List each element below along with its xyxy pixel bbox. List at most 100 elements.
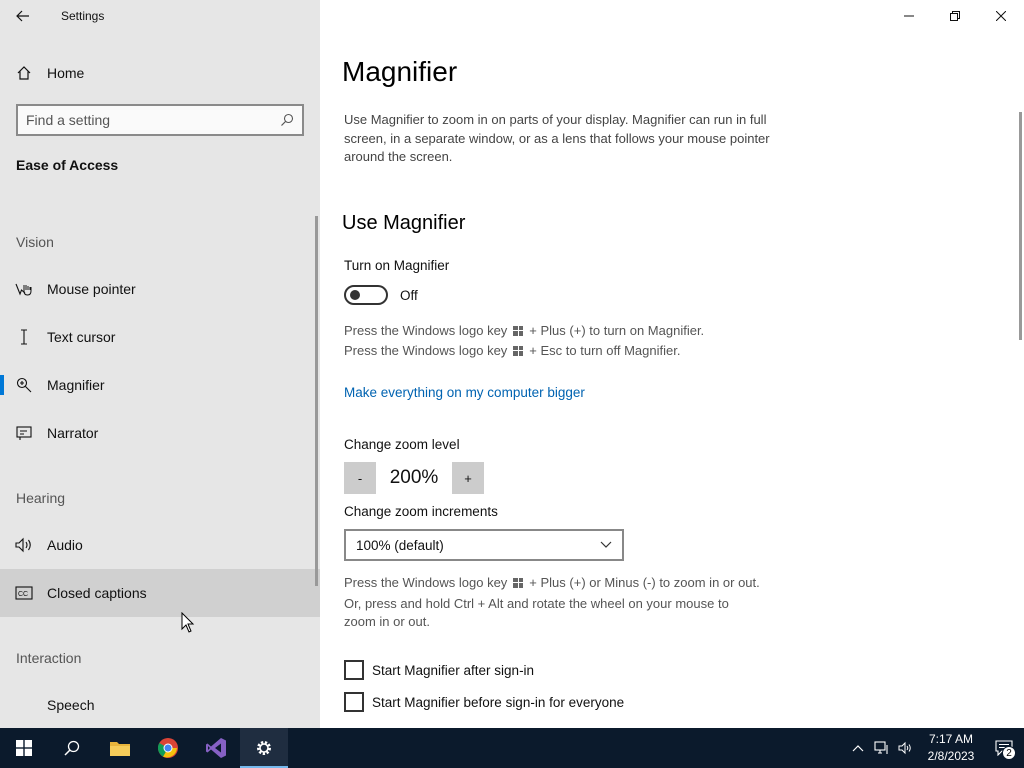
checkbox-label: Start Magnifier before sign-in for every… (372, 694, 625, 710)
main-scrollbar[interactable] (1019, 112, 1022, 340)
search-input[interactable] (26, 112, 280, 128)
taskbar-search-button[interactable] (48, 728, 96, 768)
magnifier-toggle[interactable] (344, 285, 388, 305)
group-header-vision: Vision (16, 234, 54, 250)
mouse-cursor-icon (181, 612, 195, 633)
minimize-button[interactable] (886, 0, 932, 32)
clock[interactable]: 7:17 AM 2/8/2023 (918, 731, 984, 765)
chrome-button[interactable] (144, 728, 192, 768)
file-explorer-icon (110, 742, 130, 756)
sidebar-item-label: Magnifier (47, 377, 105, 393)
titlebar-left: Settings (0, 0, 320, 32)
hint-zoom-wheel-cont: zoom in or out. (344, 614, 430, 629)
zoom-out-button[interactable]: - (344, 462, 376, 494)
search-icon (281, 113, 294, 126)
sidebar: Settings Home Ease of Access Vision Mous… (0, 0, 320, 728)
sidebar-item-home[interactable]: Home (0, 56, 320, 90)
svg-text:CC: CC (18, 591, 28, 598)
hint-turn-on: Press the Windows logo key + Plus (+) to… (344, 323, 704, 338)
hint-text: + Plus (+) or Minus (-) to zoom in or ou… (529, 575, 760, 590)
magnifier-icon (0, 375, 47, 395)
volume-button[interactable] (894, 728, 918, 768)
start-after-signin-checkbox[interactable] (344, 660, 364, 680)
zoom-level-value: 200% (389, 467, 439, 488)
hint-zoom-wheel: Or, press and hold Ctrl + Alt and rotate… (344, 596, 729, 611)
app-title: Settings (61, 9, 105, 23)
volume-icon (898, 741, 911, 755)
windows-logo-icon (513, 345, 524, 356)
settings-icon (257, 741, 271, 755)
checkbox-label: Start Magnifier after sign-in (372, 662, 535, 678)
group-header-hearing: Hearing (16, 490, 66, 506)
text-cursor-icon (0, 327, 47, 347)
visual-studio-button[interactable] (192, 728, 240, 768)
start-after-signin-row[interactable]: Start Magnifier after sign-in (344, 660, 534, 680)
minimize-icon (904, 15, 914, 17)
selection-indicator (0, 375, 4, 395)
hint-text: Press the Windows logo key (344, 575, 508, 590)
section-heading: Use Magnifier (342, 212, 466, 234)
narrator-icon (0, 423, 47, 443)
home-icon (0, 63, 47, 83)
back-button[interactable] (0, 0, 46, 32)
sidebar-item-text-cursor[interactable]: Text cursor (0, 313, 320, 361)
start-before-signin-checkbox[interactable] (344, 692, 364, 712)
show-hidden-icons-button[interactable] (846, 728, 870, 768)
zoom-level-control: - 200% + (344, 462, 484, 494)
home-label: Home (47, 65, 85, 81)
toggle-knob (350, 290, 360, 300)
windows-logo-icon (513, 577, 524, 588)
visual-studio-icon (206, 738, 226, 758)
chevron-up-icon (852, 745, 864, 752)
search-box[interactable] (16, 104, 304, 136)
dropdown-value: 100% (default) (356, 537, 444, 553)
sidebar-item-label: Text cursor (47, 329, 116, 345)
zoom-level-label: Change zoom level (344, 437, 460, 452)
sidebar-scrollbar[interactable] (315, 216, 318, 586)
search-icon (64, 740, 80, 756)
close-icon (996, 11, 1006, 21)
page-description: Use Magnifier to zoom in on parts of you… (344, 112, 770, 164)
file-explorer-button[interactable] (96, 728, 144, 768)
close-button[interactable] (978, 0, 1024, 32)
restore-button[interactable] (932, 0, 978, 32)
sidebar-item-narrator[interactable]: Narrator (0, 409, 320, 457)
turn-on-label: Turn on Magnifier (344, 258, 450, 273)
system-tray: 7:17 AM 2/8/2023 2 (846, 728, 1024, 768)
action-center-button[interactable]: 2 (984, 728, 1024, 768)
start-button[interactable] (0, 728, 48, 768)
section-title: Ease of Access (16, 157, 119, 173)
group-header-interaction: Interaction (16, 650, 82, 666)
window-controls (886, 0, 1024, 32)
network-icon (874, 741, 888, 754)
zoom-increments-dropdown[interactable]: 100% (default) (344, 529, 624, 561)
zoom-in-button[interactable]: + (452, 462, 484, 494)
hint-turn-off: Press the Windows logo key + Esc to turn… (344, 343, 680, 358)
sidebar-item-label: Speech (47, 697, 95, 713)
mouse-pointer-icon (0, 279, 47, 299)
settings-taskbar-button[interactable] (240, 728, 288, 768)
chevron-down-icon (600, 541, 612, 548)
sidebar-item-mouse-pointer[interactable]: Mouse pointer (0, 265, 320, 313)
back-arrow-icon (16, 10, 29, 22)
taskbar: 7:17 AM 2/8/2023 2 (0, 728, 1024, 768)
notification-badge: 2 (1002, 746, 1016, 760)
windows-logo-icon (513, 325, 524, 336)
start-before-signin-row[interactable]: Start Magnifier before sign-in for every… (344, 692, 624, 712)
clock-date: 2/8/2023 (927, 749, 975, 763)
make-bigger-link[interactable]: Make everything on my computer bigger (344, 385, 585, 400)
page-title: Magnifier (342, 56, 458, 87)
hint-text: + Esc to turn off Magnifier. (529, 343, 681, 358)
restore-icon (950, 11, 960, 21)
sidebar-item-speech[interactable]: Speech (0, 681, 320, 729)
audio-icon (0, 535, 47, 555)
hint-zoom: Press the Windows logo key + Plus (+) or… (344, 575, 760, 590)
sidebar-item-audio[interactable]: Audio (0, 521, 320, 569)
sidebar-item-label: Narrator (47, 425, 99, 441)
main-content: Magnifier Use Magnifier to zoom in on pa… (320, 0, 1024, 728)
sidebar-item-label: Mouse pointer (47, 281, 136, 297)
sidebar-item-closed-captions[interactable]: CC Closed captions (0, 569, 320, 617)
network-button[interactable] (870, 728, 894, 768)
clock-time: 7:17 AM (928, 732, 974, 746)
sidebar-item-magnifier[interactable]: Magnifier (0, 361, 320, 409)
